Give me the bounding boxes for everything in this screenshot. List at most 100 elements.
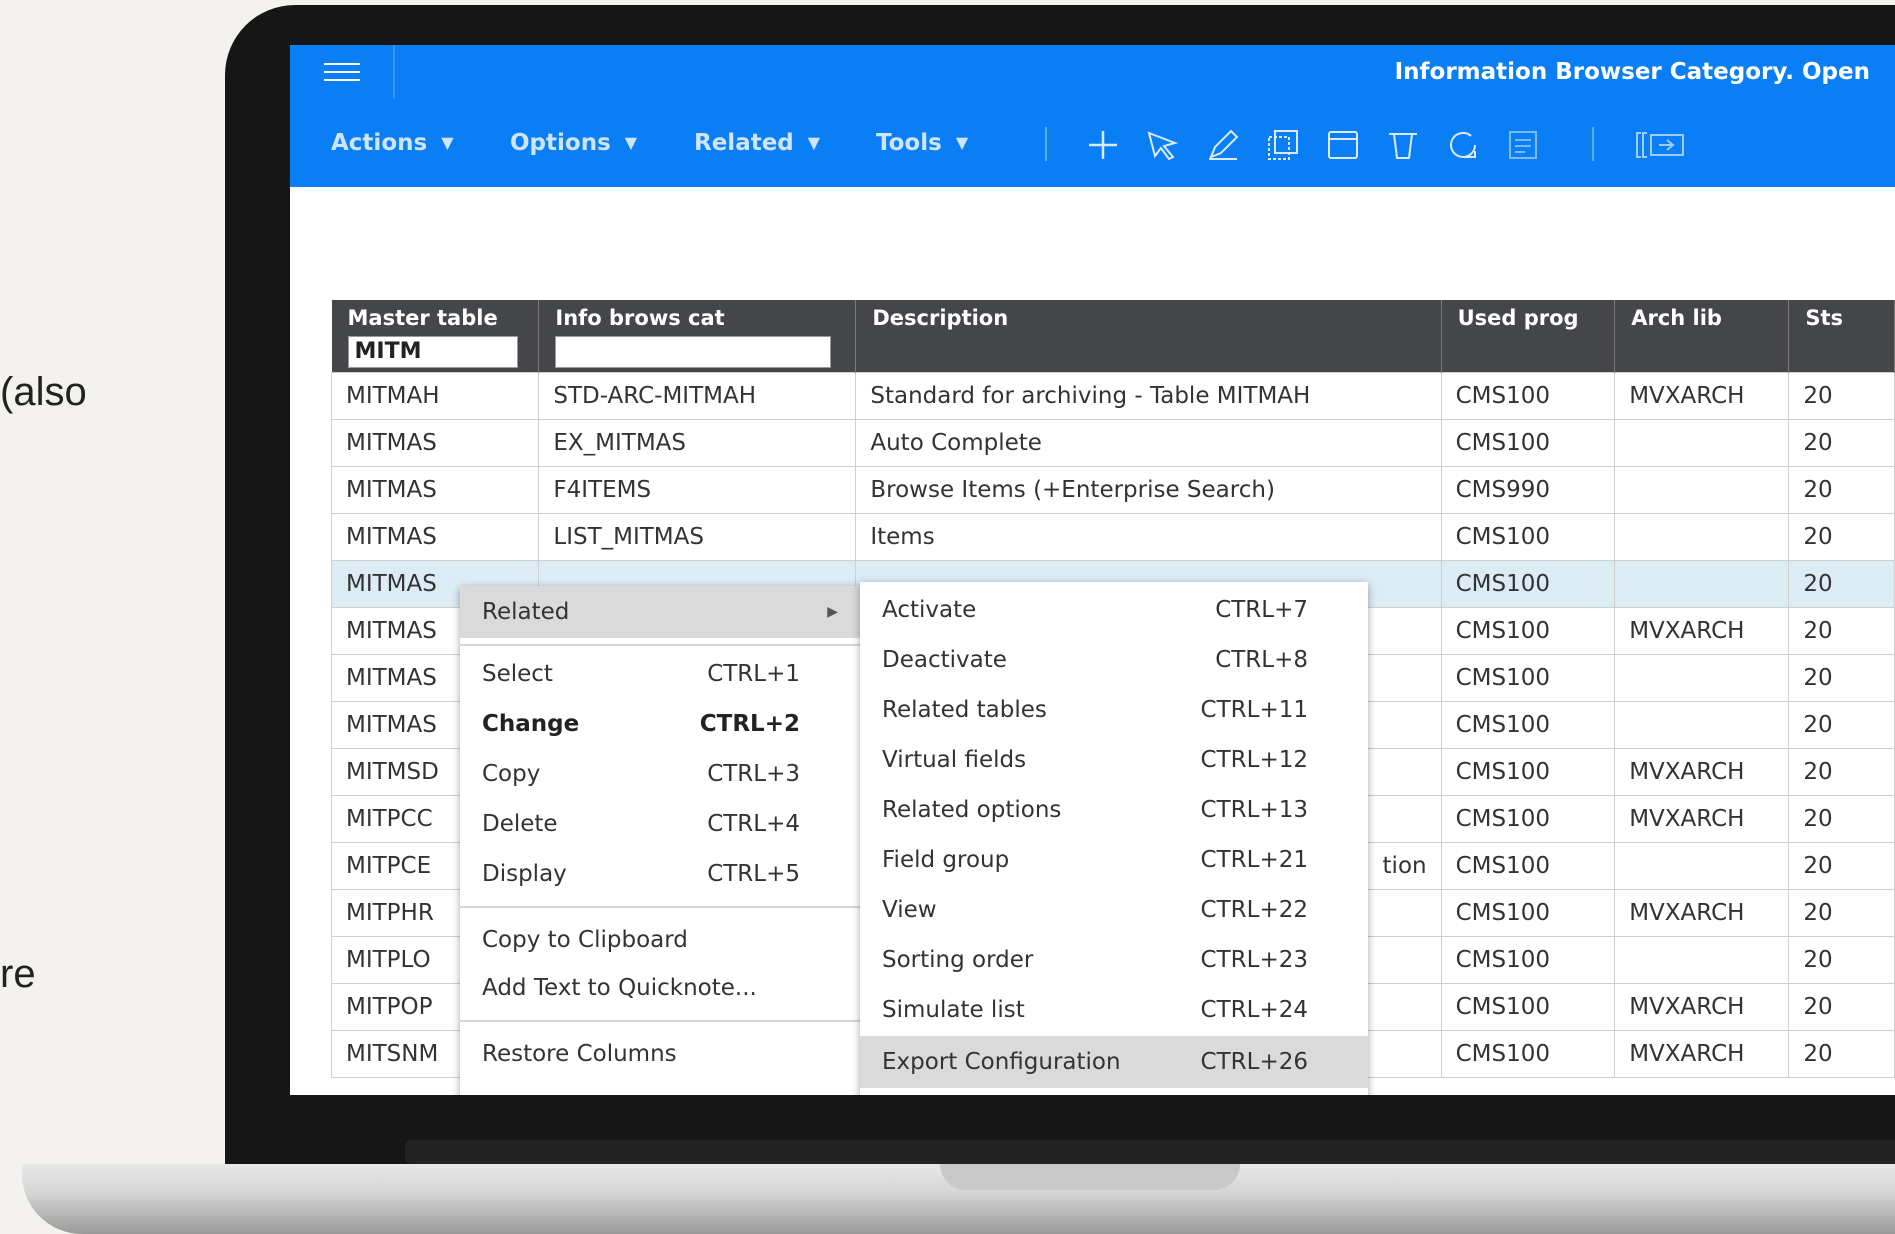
menu-options[interactable]: Options ▼ xyxy=(510,129,637,157)
table-row[interactable]: MITMAS LIST_MITMAS Items CMS100 20 xyxy=(330,512,1895,561)
hamburger-menu-button[interactable] xyxy=(290,45,395,99)
menu-item-shortcut: CTRL+2 xyxy=(699,711,800,737)
submenu-item-activate[interactable]: Activate CTRL+7 xyxy=(860,586,1368,634)
cell-arch-lib xyxy=(1614,465,1790,514)
menu-item-shortcut: CTRL+3 xyxy=(707,761,800,787)
table-row[interactable]: MITMAH STD-ARC-MITMAH Standard for archivi… xyxy=(330,371,1895,420)
cell-arch-lib xyxy=(1614,935,1790,984)
column-header-used-prog[interactable]: Used prog xyxy=(1441,300,1616,372)
submenu-item-field-group[interactable]: Field group CTRL+21 xyxy=(860,836,1368,884)
menu-tools[interactable]: Tools ▼ xyxy=(876,129,968,157)
related-submenu: Activate CTRL+7 Deactivate CTRL+8 Related … xyxy=(860,582,1368,1095)
menu-item-label: Change xyxy=(482,711,580,737)
menu-actions[interactable]: Actions ▼ xyxy=(331,129,454,157)
display-icon[interactable] xyxy=(1325,127,1361,163)
submenu-item-deactivate[interactable]: Deactivate CTRL+8 xyxy=(860,636,1368,684)
menu-item-shortcut: CTRL+11 xyxy=(1200,697,1308,723)
title-bar: Information Browser Category. Open xyxy=(290,45,1895,100)
menu-item-label: Simulate list xyxy=(882,997,1025,1023)
caret-down-icon: ▼ xyxy=(955,133,969,152)
column-header-master-table[interactable]: Master table MITM xyxy=(331,300,540,372)
toolbar-separator xyxy=(1592,127,1594,161)
cell-arch-lib: MVXARCH xyxy=(1614,606,1790,655)
column-header-sts[interactable]: Sts xyxy=(1788,300,1895,372)
cell-arch-lib xyxy=(1614,653,1790,702)
submenu-item-related-options[interactable]: Related options CTRL+13 xyxy=(860,786,1368,834)
refresh-icon[interactable] xyxy=(1445,127,1481,163)
column-header-description[interactable]: Description xyxy=(855,300,1442,372)
menu-item-label: Copy xyxy=(482,761,541,787)
notes-icon[interactable] xyxy=(1505,127,1541,163)
cell-used-prog: CMS100 xyxy=(1440,794,1616,843)
context-menu-item-copy[interactable]: Copy CTRL+3 xyxy=(460,750,860,798)
cell-master-table: MITMAH xyxy=(330,371,540,420)
submenu-item-related-tables[interactable]: Related tables CTRL+11 xyxy=(860,686,1368,734)
cell-sts: 20 xyxy=(1788,841,1895,890)
table-row[interactable]: MITMAS EX_MITMAS Auto Complete CMS100 20 xyxy=(330,418,1895,467)
cell-used-prog: CMS100 xyxy=(1440,747,1616,796)
context-menu-item-delete[interactable]: Delete CTRL+4 xyxy=(460,800,860,848)
menu-options-label: Options xyxy=(510,130,611,156)
caret-down-icon: ▼ xyxy=(441,133,454,152)
menu-divider xyxy=(460,1020,860,1022)
context-menu-item-add-to-quicknote[interactable]: Add Text to Quicknote... xyxy=(460,964,860,1012)
column-header-arch-lib[interactable]: Arch lib xyxy=(1614,300,1790,372)
cell-description: Standard for archiving - Table MITMAH xyxy=(855,371,1442,420)
slide-text-fragment-2: re xyxy=(0,952,36,996)
cell-sts: 20 xyxy=(1788,465,1895,514)
menu-item-label: Export Configuration xyxy=(882,1049,1121,1075)
cell-used-prog: CMS100 xyxy=(1440,700,1616,749)
cell-arch-lib xyxy=(1614,559,1790,608)
cell-description: Browse Items (+Enterprise Search) xyxy=(855,465,1442,514)
window-title: Information Browser Category. Open xyxy=(1394,59,1870,85)
menu-item-label: Sorting order xyxy=(882,947,1034,973)
cell-used-prog: CMS100 xyxy=(1440,606,1616,655)
info-brows-cat-filter-input[interactable] xyxy=(555,336,832,368)
edit-pencil-icon[interactable] xyxy=(1205,127,1241,163)
column-header-info-brows-cat[interactable]: Info brows cat xyxy=(538,300,857,372)
plus-icon[interactable] xyxy=(1085,127,1121,163)
column-layout-icon[interactable] xyxy=(1635,127,1687,163)
cell-sts: 20 xyxy=(1788,794,1895,843)
menu-item-label: Select xyxy=(482,661,553,687)
context-menu-item-display[interactable]: Display CTRL+5 xyxy=(460,850,860,898)
menu-item-label: Activate xyxy=(882,597,977,623)
slide-text-fragment-1: (also xyxy=(0,370,87,414)
context-menu-item-restore-columns[interactable]: Restore Columns xyxy=(460,1030,860,1078)
menu-item-shortcut: CTRL+12 xyxy=(1200,747,1308,773)
cell-master-table: MITMAS xyxy=(330,465,540,514)
column-header-label: Info brows cat xyxy=(555,306,725,330)
menu-item-label: View xyxy=(882,897,937,923)
select-arrow-icon[interactable] xyxy=(1145,127,1181,163)
cell-info-brows-cat: EX_MITMAS xyxy=(538,418,857,467)
cell-used-prog: CMS100 xyxy=(1440,559,1616,608)
menu-item-shortcut: CTRL+7 xyxy=(1215,597,1308,623)
menu-item-label: Deactivate xyxy=(882,647,1007,673)
copy-icon[interactable] xyxy=(1265,127,1301,163)
toolbar-separator xyxy=(1045,127,1047,161)
delete-bin-icon[interactable] xyxy=(1385,127,1421,163)
cell-sts: 20 xyxy=(1788,982,1895,1031)
submenu-item-sorting-order[interactable]: Sorting order CTRL+23 xyxy=(860,936,1368,984)
cell-used-prog: CMS100 xyxy=(1440,841,1616,890)
submenu-item-view[interactable]: View CTRL+22 xyxy=(860,886,1368,934)
hamburger-icon xyxy=(323,63,360,81)
cell-used-prog: CMS100 xyxy=(1440,888,1616,937)
cell-used-prog: CMS100 xyxy=(1440,371,1616,420)
table-row[interactable]: MITMAS F4ITEMS Browse Items (+Enterprise S… xyxy=(330,465,1895,514)
menu-item-label: Field group xyxy=(882,847,1010,873)
cell-arch-lib: MVXARCH xyxy=(1614,371,1790,420)
context-menu-item-related[interactable]: Related ▶ xyxy=(460,586,860,638)
context-menu-item-copy-to-clipboard[interactable]: Copy to Clipboard xyxy=(460,916,860,964)
context-menu-item-change[interactable]: Change CTRL+2 xyxy=(460,700,860,748)
menu-related[interactable]: Related ▼ xyxy=(694,129,820,157)
master-table-filter-input[interactable]: MITM xyxy=(347,336,518,368)
submenu-item-export-configuration[interactable]: Export Configuration CTRL+26 xyxy=(860,1036,1368,1088)
cell-sts: 20 xyxy=(1788,1029,1895,1078)
submenu-item-simulate-list[interactable]: Simulate list CTRL+24 xyxy=(860,986,1368,1034)
context-menu-item-select[interactable]: Select CTRL+1 xyxy=(460,650,860,698)
menu-item-shortcut: CTRL+26 xyxy=(1200,1049,1308,1075)
submenu-item-virtual-fields[interactable]: Virtual fields CTRL+12 xyxy=(860,736,1368,784)
cell-arch-lib xyxy=(1614,841,1790,890)
menu-tools-label: Tools xyxy=(876,130,942,156)
